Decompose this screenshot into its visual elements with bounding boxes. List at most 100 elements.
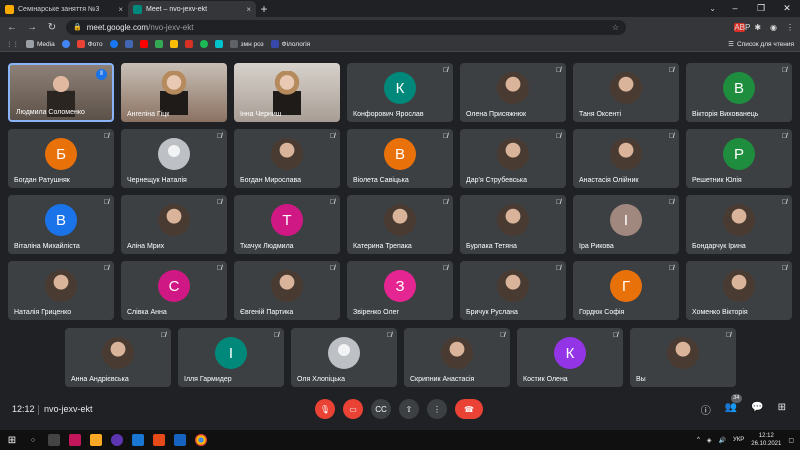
participant-tile[interactable]: 🎙̸ Б Богдан Ратушняк: [8, 129, 114, 188]
chrome-icon[interactable]: [195, 434, 207, 446]
viber-icon[interactable]: [111, 434, 123, 446]
participant-tile[interactable]: 🎙̸ Катерина Трепака: [347, 195, 453, 254]
participant-tile[interactable]: Ангеліна Гіцк: [121, 63, 227, 122]
participant-tile[interactable]: 🎙̸ Скрипник Анастасія: [404, 328, 510, 387]
people-button[interactable]: 👥 34: [725, 394, 742, 417]
bookmark-icon: [154, 40, 163, 48]
more-options-button[interactable]: ⋮: [427, 399, 447, 419]
participant-tile[interactable]: Інна Черниш: [234, 63, 340, 122]
language-indicator[interactable]: УКР: [733, 437, 744, 443]
participant-tile[interactable]: 🎙̸ Оля Хлопіцька: [291, 328, 397, 387]
participant-tile[interactable]: 🎙̸ В Віолета Савіцька: [347, 129, 453, 188]
participant-tile[interactable]: 🎙̸ Чернещук Наталія: [121, 129, 227, 188]
puzzle-icon[interactable]: ✱: [754, 23, 761, 32]
bookmark-item[interactable]: [124, 40, 133, 48]
participant-tile[interactable]: 🎙̸ Євгеній Партика: [234, 261, 340, 320]
minimize-button[interactable]: –: [722, 0, 748, 16]
close-icon[interactable]: ×: [246, 5, 251, 14]
new-tab-button[interactable]: +: [256, 1, 272, 17]
profile-icon[interactable]: ◉: [770, 23, 777, 32]
leave-call-button[interactable]: ☎: [455, 399, 483, 419]
address-bar[interactable]: 🔒 meet.google.com/nvo-jexv-ekt ☆: [66, 19, 626, 35]
windows-start-icon[interactable]: ⊞: [6, 434, 18, 446]
participant-tile[interactable]: 🎙̸ Г Гордюк Софія: [573, 261, 679, 320]
bookmark-item[interactable]: Філологія: [270, 40, 310, 48]
participant-tile[interactable]: 🎙̸ Вы: [630, 328, 736, 387]
mic-off-icon: 🎙̸: [725, 332, 731, 339]
reading-list-button[interactable]: ☰ Список для чтения: [728, 40, 794, 49]
participant-tile[interactable]: 🎙̸ Бричук Руслана: [460, 261, 566, 320]
bookmark-item[interactable]: змн роз: [229, 40, 264, 48]
network-icon[interactable]: ◈: [707, 437, 712, 444]
participant-tile[interactable]: 🎙̸ К Конфорович Ярослав: [347, 63, 453, 122]
participant-tile[interactable]: 🎙̸ Анна Андрієвська: [65, 328, 171, 387]
app-icon[interactable]: [69, 434, 81, 446]
participant-tile[interactable]: 🎙̸ Олена Присяжнюк: [460, 63, 566, 122]
participant-tile[interactable]: 🎙̸ Наталія Гриценко: [8, 261, 114, 320]
participant-tile[interactable]: 🎙̸ Дар'я Струбевська: [460, 129, 566, 188]
lock-icon[interactable]: 🔒: [73, 23, 82, 31]
task-view-icon[interactable]: [48, 434, 60, 446]
participant-tile[interactable]: 🎙̸ К Костик Олена: [517, 328, 623, 387]
bookmark-item[interactable]: [214, 40, 223, 48]
search-icon[interactable]: ○: [27, 434, 39, 446]
participant-tile[interactable]: 🎙̸ В Вікторія Вихованець: [686, 63, 792, 122]
bookmark-item[interactable]: [61, 40, 70, 48]
tab-search-icon[interactable]: ⌄: [709, 1, 716, 16]
participant-tile[interactable]: 🎙̸ Бурлака Тетяна: [460, 195, 566, 254]
participant-tile[interactable]: 🎙̸ Таня Оксенті: [573, 63, 679, 122]
activities-icon[interactable]: ⊞: [778, 402, 786, 417]
extension-icon[interactable]: ABP: [734, 22, 750, 32]
volume-icon[interactable]: 🔊: [719, 437, 726, 444]
word-icon[interactable]: [174, 434, 186, 446]
bookmark-item[interactable]: [139, 40, 148, 48]
maximize-button[interactable]: ❐: [748, 0, 774, 16]
info-icon[interactable]: ⓘ: [701, 402, 711, 417]
captions-button[interactable]: CC: [371, 399, 391, 419]
camera-off-button[interactable]: ▭: [343, 399, 363, 419]
bookmark-item[interactable]: [169, 40, 178, 48]
app-icon[interactable]: [132, 434, 144, 446]
bookmark-item[interactable]: Фото: [76, 40, 103, 48]
mic-off-button[interactable]: 🎙: [315, 399, 335, 419]
bookmark-item[interactable]: Media: [26, 40, 55, 48]
mic-off-icon: 🎙̸: [386, 332, 392, 339]
menu-icon[interactable]: ⋮: [786, 23, 794, 32]
participant-name: Ткачук Людмила: [240, 243, 294, 250]
clock[interactable]: 12:12 26.10.2021: [751, 432, 781, 448]
participant-tile[interactable]: 🎙̸ Богдан Мирослава: [234, 129, 340, 188]
participant-tile[interactable]: 🎙̸ Р Решетник Юлія: [686, 129, 792, 188]
tab-seminar[interactable]: Семінарське заняття №3 ×: [0, 1, 128, 17]
bookmark-item[interactable]: [154, 40, 163, 48]
bookmark-item[interactable]: [109, 40, 118, 48]
back-icon[interactable]: ←: [6, 22, 18, 33]
present-button[interactable]: ⇧: [399, 399, 419, 419]
star-icon[interactable]: ☆: [612, 23, 619, 32]
participant-tile[interactable]: 🎙̸ Анастасія Олійник: [573, 129, 679, 188]
participant-tile[interactable]: 🎙̸ Т Ткачук Людмила: [234, 195, 340, 254]
tab-label: Meet – nvo-jexv-ekt: [146, 5, 208, 13]
participant-tile[interactable]: 🎙̸ Хоменко Вікторія: [686, 261, 792, 320]
participant-tile[interactable]: 🎙̸ Аліна Мрих: [121, 195, 227, 254]
participant-tile[interactable]: 🎙̸ В Віталіна Михайліста: [8, 195, 114, 254]
meeting-code: nvo-jexv-ekt: [44, 404, 93, 414]
powerpoint-icon[interactable]: [153, 434, 165, 446]
participant-tile[interactable]: 🎙̸ Бондарчук Ірина: [686, 195, 792, 254]
apps-icon[interactable]: ⋮⋮: [6, 40, 19, 48]
close-window-button[interactable]: ✕: [774, 0, 800, 16]
participant-tile[interactable]: 🎙̸ І Ілля Гармидер: [178, 328, 284, 387]
bookmark-item[interactable]: [184, 40, 193, 48]
participant-tile[interactable]: ⦀ Людмила Соломенко: [8, 63, 114, 122]
chat-icon[interactable]: 💬: [751, 402, 763, 417]
app-icon[interactable]: [90, 434, 102, 446]
tab-meet[interactable]: Meet – nvo-jexv-ekt ×: [128, 1, 256, 17]
participant-tile[interactable]: 🎙̸ З Звіренко Олег: [347, 261, 453, 320]
reload-icon[interactable]: ↻: [46, 22, 58, 33]
close-icon[interactable]: ×: [118, 5, 123, 14]
participant-tile[interactable]: 🎙̸ І Іра Рикова: [573, 195, 679, 254]
bookmark-item[interactable]: [199, 40, 208, 48]
participant-tile[interactable]: 🎙̸ С Слівка Анна: [121, 261, 227, 320]
notifications-icon[interactable]: ▢: [788, 437, 794, 444]
chevron-up-icon[interactable]: ^: [697, 437, 700, 443]
forward-icon[interactable]: →: [26, 22, 38, 33]
